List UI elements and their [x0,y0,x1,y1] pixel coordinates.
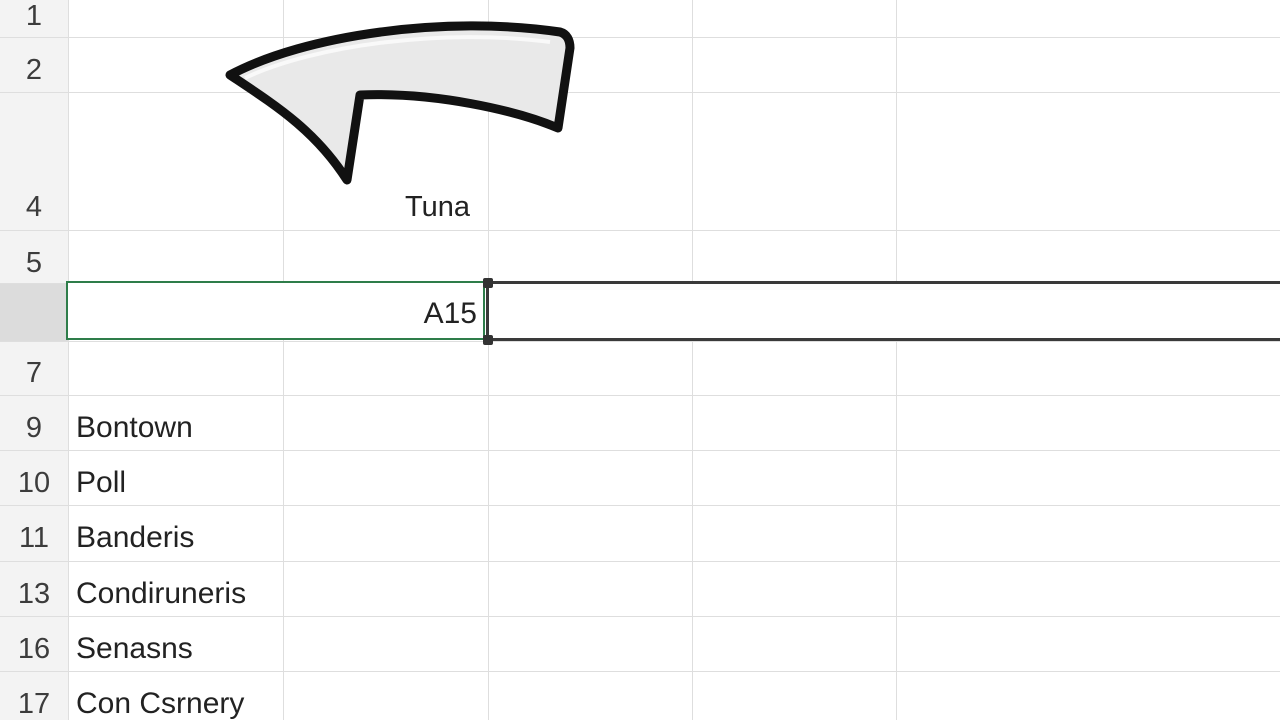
row-number[interactable]: 2 [0,56,68,85]
selection-handle[interactable] [483,278,493,288]
cell-value[interactable]: Condiruneris [76,579,246,609]
active-cell-value: A15 [423,297,477,330]
gridline [0,616,1280,617]
selection-range[interactable] [486,281,1280,341]
cell-value[interactable]: Senasns [76,634,193,664]
row-number[interactable]: 11 [0,524,68,553]
gridline [0,92,1280,93]
fill-handle[interactable] [483,335,493,345]
selected-row-header[interactable] [0,283,68,341]
active-cell[interactable]: A15 [66,281,485,340]
gridline [0,505,1280,506]
cell-value[interactable]: Banderis [76,523,194,553]
cell-value[interactable]: Poll [76,468,126,498]
cell-value[interactable]: Con Csrnery [76,689,244,719]
gridline [0,671,1280,672]
gridline [692,0,693,720]
row-number[interactable]: 7 [0,359,68,388]
curved-arrow-left-icon [225,21,575,185]
cell-tuna[interactable]: Tuna [405,193,470,222]
cell-value[interactable]: Bontown [76,413,193,443]
gridline [0,37,1280,38]
row-number[interactable]: 17 [0,690,68,719]
gridline [68,0,69,720]
gridline [0,341,1280,342]
gridline [0,450,1280,451]
spreadsheet-grid[interactable]: 1 2 4 5 7 9 10 11 13 16 17 Tuna Bontown … [0,0,1280,720]
row-number[interactable]: 5 [0,249,68,278]
gridline [896,0,897,720]
gridline [0,230,1280,231]
gridline [0,395,1280,396]
row-number[interactable]: 13 [0,580,68,609]
row-number[interactable]: 4 [0,193,68,222]
row-number[interactable]: 9 [0,414,68,443]
row-number[interactable]: 16 [0,635,68,664]
row-number[interactable]: 1 [0,2,68,31]
row-number[interactable]: 10 [0,469,68,498]
gridline [0,561,1280,562]
